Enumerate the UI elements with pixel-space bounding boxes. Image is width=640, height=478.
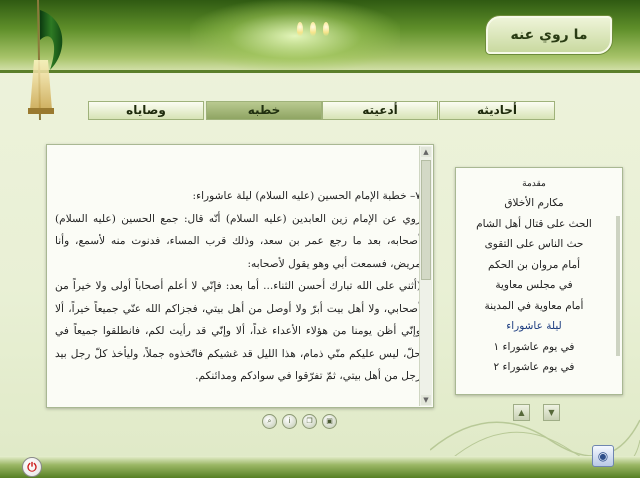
save-icon[interactable]: ▣ — [322, 414, 337, 429]
copy-icon[interactable]: ❐ — [302, 414, 317, 429]
text-scrollbar[interactable]: ▲ ▼ — [419, 146, 432, 406]
app-icon[interactable]: ◉ — [592, 445, 614, 467]
list-item[interactable]: أمام مروان بن الحكم — [456, 255, 612, 276]
candle-icon — [323, 22, 329, 36]
tab-ahadith[interactable]: أحاديثه — [439, 101, 555, 120]
zoom-icon[interactable]: ⌕ — [262, 414, 277, 429]
list-item[interactable]: حث الناس على التقوى — [456, 234, 612, 255]
info-icon[interactable]: i — [282, 414, 297, 429]
tab-wasaya[interactable]: وصاياه — [88, 101, 204, 120]
scroll-up-arrow-icon[interactable]: ▲ — [421, 147, 431, 157]
list-item[interactable]: الحث على قتال أهل الشام — [456, 214, 612, 235]
footer-bar — [0, 456, 640, 478]
tab-adiya[interactable]: أدعيته — [322, 101, 438, 120]
list-item[interactable]: أمام معاوية في المدينة — [456, 296, 612, 317]
app-window: ما روي عنه وصاياه خطبه أدعيته أحاديثه ٧–… — [0, 0, 640, 478]
page-title: ما روي عنه — [510, 27, 588, 43]
topics-list-panel: مقدمة مكارم الأخلاق الحث على قتال أهل ال… — [455, 167, 623, 395]
list-item-active[interactable]: ليلة عاشوراء — [456, 316, 612, 337]
list-item[interactable]: في يوم عاشوراء ٢ — [456, 357, 612, 378]
tab-khutab[interactable]: خطبه — [206, 101, 322, 120]
list-item[interactable]: مكارم الأخلاق — [456, 193, 612, 214]
list-item[interactable]: في مجلس معاوية — [456, 275, 612, 296]
power-icon[interactable]: ⏻ — [22, 457, 42, 477]
text-content[interactable]: ٧– خطبة الإمام الحسين (عليه السلام) ليلة… — [55, 185, 421, 403]
header-glow — [190, 0, 400, 72]
candle-icon — [310, 22, 316, 36]
list-item[interactable]: في يوم عاشوراء ١ — [456, 337, 612, 358]
list-item[interactable]: مقدمة — [456, 176, 612, 193]
candle-icon — [297, 22, 303, 36]
list-scrollbar[interactable] — [616, 216, 620, 356]
tab-bar: وصاياه خطبه أدعيته أحاديثه — [88, 101, 560, 120]
page-title-plate: ما روي عنه — [486, 16, 612, 54]
paragraph: روي عن الإمام زين العابدين (عليه السلام)… — [55, 212, 421, 270]
text-panel: ٧– خطبة الإمام الحسين (عليه السلام) ليلة… — [46, 144, 434, 408]
paragraph: (أثني على الله تبارك أحسن الثناء... أما … — [55, 280, 421, 382]
paragraph-title: ٧– خطبة الإمام الحسين (عليه السلام) ليلة… — [192, 190, 421, 202]
scroll-thumb[interactable] — [421, 160, 431, 280]
lamp-flag-icon — [28, 0, 63, 121]
topics-list: مقدمة مكارم الأخلاق الحث على قتال أهل ال… — [456, 176, 612, 378]
